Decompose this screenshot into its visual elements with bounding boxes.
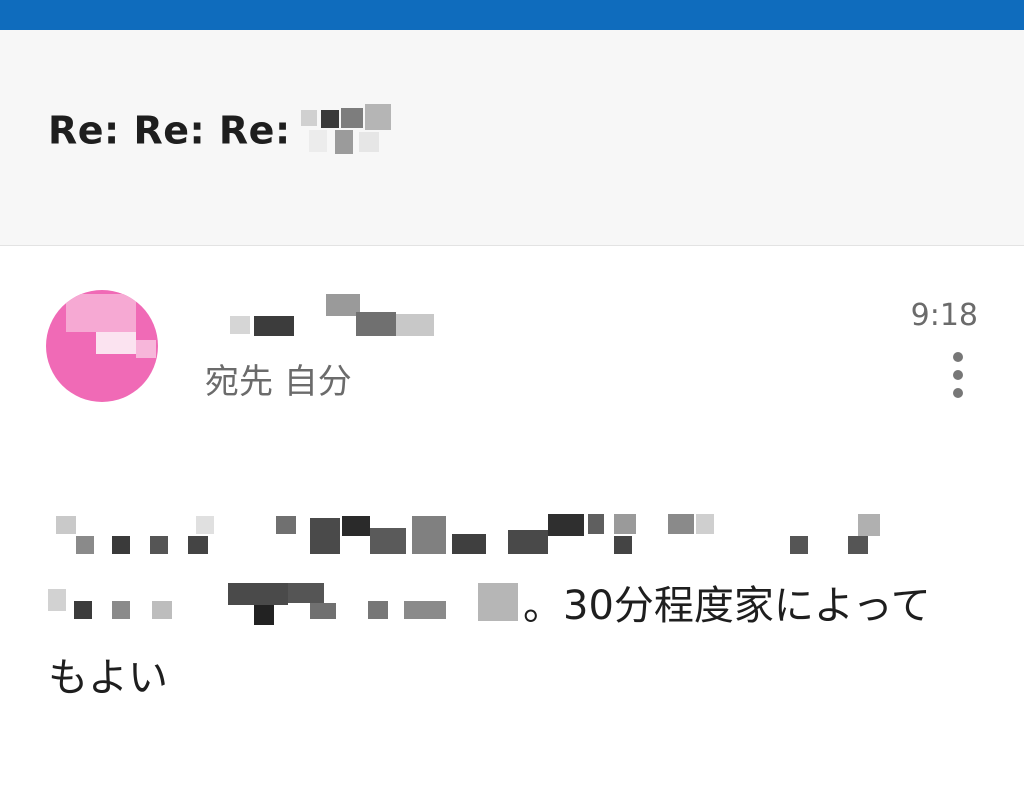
redacted-body-line-2 xyxy=(48,579,523,627)
redacted-subject xyxy=(299,100,399,158)
sender-avatar[interactable] xyxy=(46,290,158,402)
redacted-body-line-1 xyxy=(48,510,898,558)
recipient-line: 宛先 自分 xyxy=(205,362,352,402)
message-card[interactable]: 宛先 自分 9:18 。30分程度家によって もよい xyxy=(0,246,1024,794)
message-body: 。30分程度家によって もよい xyxy=(48,498,978,714)
email-subject: Re: Re: Re: xyxy=(48,104,399,162)
more-options-button[interactable] xyxy=(946,350,970,400)
vertical-ellipsis-icon xyxy=(953,352,963,362)
redacted-sender-name xyxy=(230,294,440,340)
body-line-3: もよい xyxy=(48,655,168,701)
body-line-1 xyxy=(48,498,978,570)
subject-text: Re: Re: Re: xyxy=(48,108,291,153)
status-bar xyxy=(0,0,1024,30)
received-time: 9:18 xyxy=(910,298,978,333)
body-line-2: 。30分程度家によって xyxy=(48,570,978,642)
body-line-2-text: 。30分程度家によって xyxy=(523,583,931,629)
subject-header: Re: Re: Re: xyxy=(0,30,1024,246)
